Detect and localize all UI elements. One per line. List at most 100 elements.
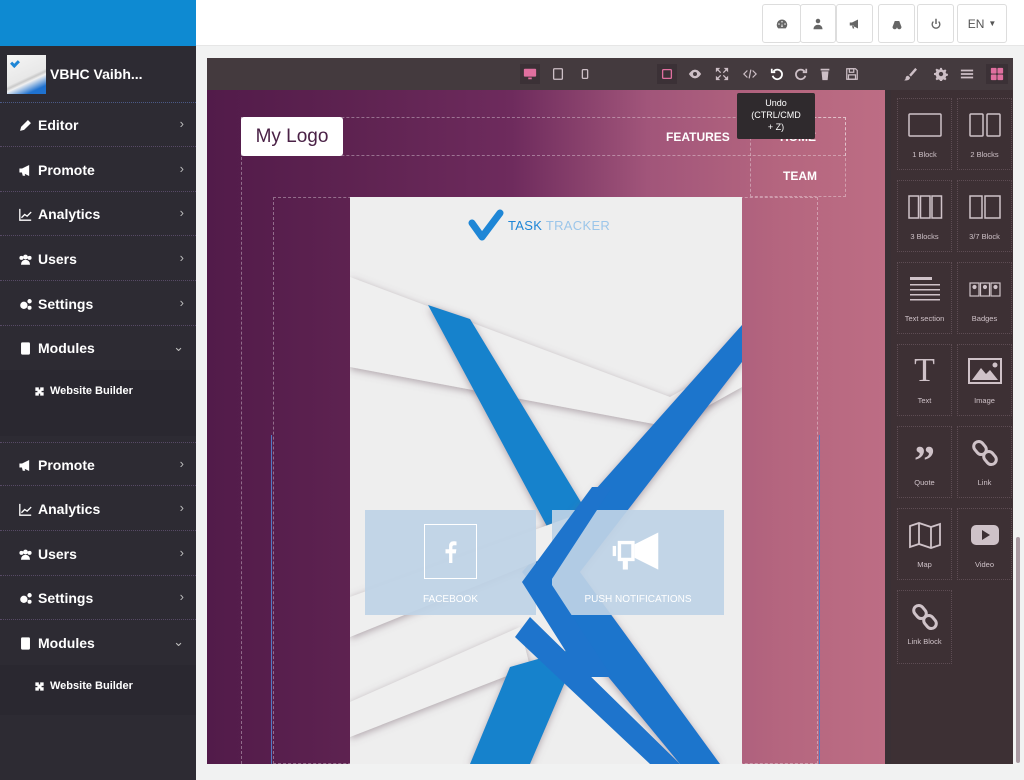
nav-link-features[interactable]: FEATURES bbox=[666, 130, 730, 144]
two-column-icon bbox=[958, 109, 1011, 141]
site-logo[interactable]: My Logo bbox=[241, 117, 343, 156]
user-button[interactable] bbox=[800, 4, 836, 43]
dashboard-button[interactable] bbox=[762, 4, 801, 43]
tab-blocks[interactable] bbox=[986, 64, 1008, 84]
block-link-block[interactable]: Link Block bbox=[897, 590, 952, 664]
block-map[interactable]: Map bbox=[897, 508, 952, 580]
block-label: Text bbox=[917, 396, 932, 405]
subitem-label: Website Builder bbox=[50, 680, 133, 692]
block-text[interactable]: T Text bbox=[897, 344, 952, 416]
puzzle-icon bbox=[35, 386, 44, 396]
chevron-down-icon: ⌄ bbox=[173, 634, 184, 649]
chevron-right-icon: › bbox=[179, 116, 184, 131]
block-3-blocks[interactable]: 3 Blocks bbox=[897, 180, 952, 252]
tab-layers[interactable] bbox=[956, 64, 978, 84]
guide-line-left bbox=[271, 435, 272, 764]
blocks-panel: 1 Block 2 Blocks 3 Blocks 3/7 Block Text… bbox=[891, 90, 1013, 764]
sidebar-item-promote[interactable]: Promote › bbox=[0, 148, 196, 192]
tab-style-manager[interactable] bbox=[899, 64, 921, 84]
user-icon bbox=[813, 18, 823, 29]
sidebar-subitem-website-builder[interactable]: Website Builder bbox=[34, 385, 133, 397]
bars-icon bbox=[960, 69, 974, 79]
facebook-card[interactable]: FACEBOOK bbox=[365, 510, 536, 615]
block-label: Image bbox=[974, 396, 995, 405]
hero-image[interactable]: TASK TRACKER FACEBOOK PUSH NOTIFICATIONS bbox=[350, 197, 742, 764]
paintbrush-icon bbox=[903, 67, 917, 81]
caret-down-icon: ▼ bbox=[988, 19, 997, 28]
sidebar-item-settings-2[interactable]: Settings › bbox=[0, 576, 196, 620]
tooltip-line: Undo bbox=[765, 98, 787, 108]
sidebar-item-analytics[interactable]: Analytics › bbox=[0, 192, 196, 236]
nav-link-team[interactable]: TEAM bbox=[783, 169, 817, 183]
block-link[interactable]: Link bbox=[957, 426, 1012, 498]
pencil-icon bbox=[18, 118, 32, 132]
redo-button[interactable] bbox=[791, 64, 811, 84]
preview-button[interactable] bbox=[685, 64, 705, 84]
analytics-button[interactable] bbox=[878, 4, 915, 43]
link-block-icon bbox=[898, 601, 951, 633]
profile[interactable]: VBHC Vaibh... bbox=[0, 46, 196, 103]
device-tablet-button[interactable] bbox=[548, 64, 568, 84]
sidebar-item-settings[interactable]: Settings › bbox=[0, 282, 196, 326]
block-1-block[interactable]: 1 Block bbox=[897, 98, 952, 170]
sidebar-item-modules-2[interactable]: Modules ⌄ bbox=[0, 621, 196, 665]
block-text-section[interactable]: Text section bbox=[897, 262, 952, 334]
logout-button[interactable] bbox=[917, 4, 954, 43]
top-header: EN ▼ bbox=[196, 0, 1024, 46]
megaphone-icon bbox=[18, 163, 32, 177]
app-name-part-1: TASK bbox=[508, 217, 543, 233]
sidebar-item-analytics-2[interactable]: Analytics › bbox=[0, 487, 196, 531]
block-image[interactable]: Image bbox=[957, 344, 1012, 416]
sidebar-item-users[interactable]: Users › bbox=[0, 237, 196, 281]
editor-canvas[interactable]: My Logo FEATURES HOME TEAM bbox=[207, 90, 885, 764]
code-button[interactable] bbox=[740, 64, 760, 84]
modules-submenu-2: Website Builder bbox=[0, 665, 196, 715]
app-name-part-2: TRACKER bbox=[542, 217, 611, 233]
users-icon bbox=[18, 547, 32, 561]
sidebar-item-editor[interactable]: Editor › bbox=[0, 103, 196, 147]
sidebar-subitem-website-builder-2[interactable]: Website Builder bbox=[34, 680, 133, 692]
device-desktop-button[interactable] bbox=[520, 64, 540, 84]
chevron-right-icon: › bbox=[179, 500, 184, 515]
code-icon bbox=[743, 69, 757, 79]
three-seven-column-icon bbox=[958, 191, 1011, 223]
modules-icon bbox=[18, 636, 32, 650]
block-quote[interactable]: ” Quote bbox=[897, 426, 952, 498]
tab-settings[interactable] bbox=[930, 64, 952, 84]
fullscreen-button[interactable] bbox=[712, 64, 732, 84]
sidebar-item-users-2[interactable]: Users › bbox=[0, 532, 196, 576]
sidebar-item-promote-2[interactable]: Promote › bbox=[0, 442, 196, 486]
block-video[interactable]: Video bbox=[957, 508, 1012, 580]
chevron-right-icon: › bbox=[179, 295, 184, 310]
undo-button[interactable] bbox=[767, 64, 787, 84]
fullscreen-icon bbox=[715, 67, 729, 81]
text-section-icon bbox=[898, 273, 951, 305]
eye-icon bbox=[688, 69, 702, 79]
panel-scrollbar[interactable] bbox=[1016, 537, 1020, 763]
select-outline-button[interactable] bbox=[657, 64, 677, 84]
floppy-disk-icon bbox=[846, 68, 858, 80]
chart-icon bbox=[18, 207, 32, 221]
square-outline-icon bbox=[661, 68, 673, 80]
sidebar-item-label: Users bbox=[38, 251, 77, 267]
block-label: Badges bbox=[971, 314, 998, 323]
block-badges[interactable]: Badges bbox=[957, 262, 1012, 334]
promote-button[interactable] bbox=[836, 4, 873, 43]
container-outline bbox=[241, 117, 242, 764]
sidebar-item-label: Analytics bbox=[38, 206, 101, 222]
tooltip-line: + Z) bbox=[767, 122, 785, 132]
block-3-7-block[interactable]: 3/7 Block bbox=[957, 180, 1012, 252]
sidebar-item-modules[interactable]: Modules ⌄ bbox=[0, 326, 196, 370]
save-button[interactable] bbox=[842, 64, 862, 84]
sidebar-item-label: Settings bbox=[38, 590, 94, 606]
chevron-right-icon: › bbox=[179, 456, 184, 471]
bullhorn-icon bbox=[610, 526, 666, 576]
device-mobile-button[interactable] bbox=[575, 64, 595, 84]
binoculars-icon bbox=[892, 20, 901, 29]
delete-button[interactable] bbox=[815, 64, 835, 84]
hero-chevron-graphic bbox=[522, 487, 612, 677]
block-label: Text section bbox=[904, 314, 945, 323]
language-select[interactable]: EN ▼ bbox=[957, 4, 1007, 43]
users-icon bbox=[18, 252, 32, 266]
block-2-blocks[interactable]: 2 Blocks bbox=[957, 98, 1012, 170]
